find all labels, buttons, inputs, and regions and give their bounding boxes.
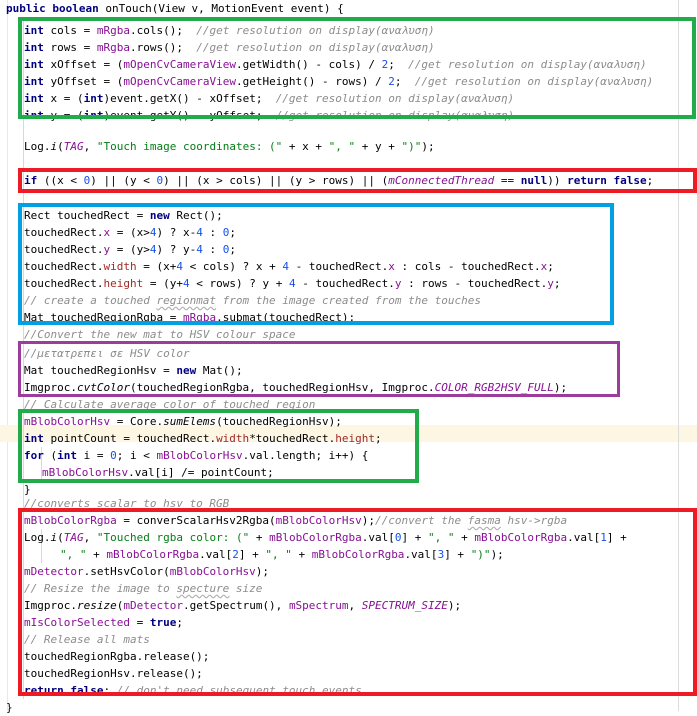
code-line[interactable]: int x = (int)event.getX() - xOffset; //g… [24,90,514,107]
code-line[interactable]: public boolean onTouch(View v, MotionEve… [6,0,344,17]
code-line[interactable]: //Convert the new mat to HSV colour spac… [24,326,296,343]
code-line[interactable]: Log.i(TAG, "Touch image coordinates: (" … [24,138,435,155]
code-line[interactable]: } [6,699,13,716]
code-line[interactable]: Mat touchedRegionRgba = mRgba.submat(tou… [24,309,355,326]
code-line[interactable]: touchedRegionRgba.release(); [24,648,209,665]
code-line[interactable]: mDetector.setHsvColor(mBlobColorHsv); [24,563,269,580]
code-line[interactable]: ", " + mBlobColorRgba.val[2] + ", " + mB… [60,546,504,563]
code-line[interactable]: mBlobColorHsv = Core.sumElems(touchedReg… [24,413,342,430]
code-line[interactable]: // create a touched regionmat from the i… [24,292,481,309]
code-line[interactable]: Imgproc.cvtColor(touchedRegionRgba, touc… [24,379,567,396]
code-line[interactable]: int rows = mRgba.rows(); //get resolutio… [24,39,435,56]
right-margin-guide [678,0,679,711]
code-line[interactable]: Log.i(TAG, "Touched rgba color: (" + mBl… [24,529,627,546]
code-line[interactable]: int pointCount = touchedRect.width*touch… [24,430,382,447]
code-line[interactable]: // Resize the image to specture size [24,580,262,597]
code-line[interactable]: Imgproc.resize(mDetector.getSpectrum(), … [24,597,461,614]
code-line[interactable]: touchedRect.x = (x>4) ? x-4 : 0; [24,224,236,241]
code-line[interactable]: //μετατρεπει σε HSV color [24,345,190,362]
code-line[interactable]: mBlobColorHsv.val[i] /= pointCount; [42,464,274,481]
code-line[interactable]: // Release all mats [24,631,150,648]
code-line[interactable]: Rect touchedRect = new Rect(); [24,207,223,224]
code-editor[interactable]: public boolean onTouch(View v, MotionEve… [0,0,697,714]
code-line[interactable]: //converts scalar to hsv to RGB [24,495,229,512]
code-line[interactable]: // Calculate average color of touched re… [24,396,315,413]
code-line[interactable]: int xOffset = (mOpenCvCameraView.getWidt… [24,56,647,73]
code-line[interactable]: mIsColorSelected = true; [24,614,183,631]
code-line[interactable]: int yOffset = (mOpenCvCameraView.getHeig… [24,73,653,90]
code-line[interactable]: touchedRect.width = (x+4 < cols) ? x + 4… [24,258,554,275]
code-line[interactable]: for (int i = 0; i < mBlobColorHsv.val.le… [24,447,368,464]
gutter-divider [7,0,8,711]
code-line[interactable]: touchedRect.height = (y+4 < rows) ? y + … [24,275,561,292]
code-line[interactable]: int cols = mRgba.cols(); //get resolutio… [24,22,435,39]
code-line[interactable]: touchedRect.y = (y>4) ? y-4 : 0; [24,241,236,258]
code-line[interactable]: Mat touchedRegionHsv = new Mat(); [24,362,243,379]
code-line[interactable]: if ((x < 0) || (y < 0) || (x > cols) || … [24,172,653,189]
code-line[interactable]: int y = (int)event.getY() - yOffset; //g… [24,107,514,124]
code-line[interactable]: mBlobColorRgba = converScalarHsv2Rgba(mB… [24,512,567,529]
code-line[interactable]: return false; // don't need subsequent t… [24,682,362,699]
code-line[interactable]: touchedRegionHsv.release(); [24,665,203,682]
